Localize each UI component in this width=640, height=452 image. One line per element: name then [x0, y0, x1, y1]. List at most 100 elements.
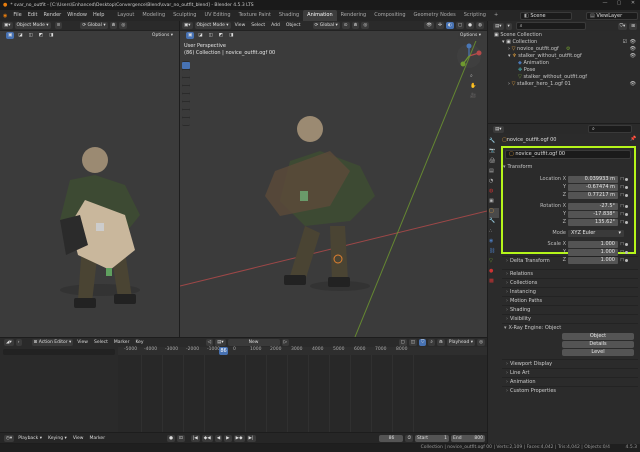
jump-end-icon[interactable]: ▶|	[246, 434, 256, 442]
rotation-z-field[interactable]: 135.62°	[568, 218, 618, 226]
location-y-field[interactable]: -0.67474 m	[568, 183, 618, 191]
start-frame-field[interactable]: Start 1	[415, 434, 449, 442]
select-menu[interactable]: Select	[92, 339, 110, 346]
data-tab-icon[interactable]: ▽	[489, 258, 499, 268]
keyframe-dot-icon[interactable]	[625, 185, 628, 189]
outliner-item[interactable]: ▽ stalker_without_outfit.ogf	[494, 74, 640, 81]
select-subtract-icon[interactable]: ◫	[206, 32, 215, 39]
play-icon[interactable]: ▶	[224, 434, 232, 442]
rotation-mode-dropdown[interactable]: XYZ Euler ▾	[568, 229, 624, 237]
lock-icon[interactable]: ⊓	[620, 183, 624, 191]
keyframe-dot-icon[interactable]	[625, 212, 628, 216]
next-key-icon[interactable]: ▶◆	[233, 434, 245, 442]
lock-icon[interactable]: ⊓	[620, 210, 624, 218]
section-instancing[interactable]: Instancing	[502, 287, 638, 297]
lock-icon[interactable]: ⊓	[620, 202, 624, 210]
overlay-icon[interactable]: ◐	[445, 22, 454, 29]
marker-menu[interactable]: Marker	[112, 339, 132, 346]
tab-scripting[interactable]: Scripting	[460, 10, 490, 21]
output-tab-icon[interactable]: 🖨	[489, 158, 499, 168]
keyframe-dot-icon[interactable]	[625, 250, 628, 254]
xray-panel-header[interactable]: ▾ X-Ray Engine: Object	[502, 323, 638, 332]
view-layer-selector[interactable]: ▤ ViewLayer	[586, 11, 638, 20]
scene-selector[interactable]: ◧ Scene	[520, 11, 572, 20]
section-motion-paths[interactable]: Motion Paths	[502, 296, 638, 306]
section-viewport-display[interactable]: Viewport Display	[502, 359, 638, 369]
section-collections[interactable]: Collections	[502, 278, 638, 288]
xray-details-button[interactable]: Details	[562, 341, 634, 348]
mode-dropdown[interactable]: Object Mode ▾	[14, 22, 51, 29]
eye-icon[interactable]: 👁	[630, 53, 636, 60]
section-animation[interactable]: Animation	[502, 377, 638, 387]
properties-search-input[interactable]: ⌕	[588, 125, 632, 133]
lock-icon[interactable]: ⊓	[620, 191, 624, 199]
constraints-tab-icon[interactable]: ⛓	[489, 248, 499, 258]
outliner-item[interactable]: ◆ Animation	[494, 60, 640, 67]
texture-tab-icon[interactable]: ▩	[489, 278, 499, 288]
display-mode-dropdown[interactable]: ▾	[505, 22, 512, 30]
lock-icon[interactable]: ⊓	[620, 175, 624, 183]
editor-type-button[interactable]: ▣▾	[182, 22, 193, 29]
tab-animation[interactable]: Animation	[303, 10, 337, 21]
filter-icon[interactable]: ⛉	[419, 339, 427, 346]
add-menu[interactable]: Add	[269, 22, 282, 29]
object-menu[interactable]: Object	[284, 22, 303, 29]
snapping-icon[interactable]: ⋒	[436, 339, 445, 346]
physics-tab-icon[interactable]: ◉	[489, 238, 499, 248]
menu-window[interactable]: Window	[64, 10, 90, 21]
minimize-button[interactable]: —	[598, 0, 612, 10]
select-intersect-icon[interactable]: ◨	[47, 32, 56, 39]
menu-help[interactable]: Help	[90, 10, 107, 21]
view-menu[interactable]: View	[233, 22, 248, 29]
keyframe-dot-icon[interactable]	[625, 193, 628, 197]
transform-panel-header[interactable]: ▾ Transform	[503, 162, 634, 171]
shading-solid-icon[interactable]: ●	[466, 22, 475, 29]
eye-icon[interactable]: 👁	[630, 81, 636, 88]
prev-action-icon[interactable]: ◁	[205, 339, 214, 346]
add-workspace-button[interactable]: +	[490, 10, 502, 21]
editor-type-button[interactable]: ▣▾	[2, 22, 13, 29]
editor-type-button[interactable]: ▤▾	[493, 22, 504, 30]
scale-x-field[interactable]: 1.000	[568, 240, 618, 248]
select-box-icon[interactable]: ▣	[6, 32, 15, 39]
keyframe-dot-icon[interactable]	[625, 242, 628, 246]
outliner-item[interactable]: ▾ ♆ stalker_without_outfit.ogf 👁	[494, 53, 640, 60]
transform-orientation[interactable]: ⟳ Global ▾	[80, 22, 108, 29]
collection-tab-icon[interactable]: ▣	[489, 198, 499, 208]
camera-viewport[interactable]: ▣▾ Object Mode ▾ ≡ ⟳ Global ▾ ⋒ ◎ ▣ ◪ ◫ …	[0, 21, 179, 337]
material-tab-icon[interactable]: ●	[489, 268, 499, 278]
tab-sculpting[interactable]: Sculpting	[169, 10, 200, 21]
menu-edit[interactable]: Edit	[25, 10, 41, 21]
section-relations[interactable]: Relations	[502, 269, 638, 279]
render-tab-icon[interactable]: 📷	[489, 148, 499, 158]
select-menu[interactable]: Select	[249, 22, 267, 29]
new-collection-icon[interactable]: ⊞	[629, 22, 637, 30]
section-delta-transform[interactable]: Delta Transform	[502, 256, 638, 266]
filter-icon[interactable]: ⛉▾	[617, 22, 628, 30]
rotation-y-field[interactable]: -17.838°	[568, 210, 618, 218]
outliner-item[interactable]: › ▽ novice_outfit.ogf ⚙ 👁	[494, 46, 640, 53]
only-selected-icon[interactable]: ▢	[398, 339, 407, 346]
proportional-icon[interactable]: ◎	[477, 339, 485, 346]
select-extend-icon[interactable]: ◪	[196, 32, 205, 39]
object-name-field[interactable]: ▢ novice_outfit.ogf 00	[505, 150, 631, 159]
blender-menu-icon[interactable]: ◉	[0, 13, 10, 19]
object-tab-icon[interactable]: ▢	[489, 208, 499, 218]
next-action-icon[interactable]: ▷	[281, 339, 290, 346]
outliner-scene-collection[interactable]: ▣ Scene Collection	[494, 32, 640, 39]
snap-icon[interactable]: ⋒	[351, 22, 360, 29]
keyframe-dot-icon[interactable]	[625, 177, 628, 181]
scene-tab-icon[interactable]: ◔	[489, 178, 499, 188]
gizmo-icon[interactable]: ✣	[436, 22, 444, 29]
tool-tab-icon[interactable]: 🔧	[489, 138, 499, 148]
section-shading[interactable]: Shading	[502, 305, 638, 315]
marker-menu[interactable]: Marker	[88, 435, 108, 442]
options-dropdown[interactable]: Options ▾	[149, 32, 175, 39]
playhead-dropdown[interactable]: Playhead ▾	[446, 339, 476, 346]
pin-icon[interactable]: 📌	[630, 136, 636, 142]
outliner-item[interactable]: ▾ ▣ Collection ☑ 👁	[494, 39, 640, 46]
editor-type-button[interactable]: ◢▾	[4, 339, 14, 346]
tab-texture-paint[interactable]: Texture Paint	[235, 10, 275, 21]
rotation-x-field[interactable]: -27.5°	[568, 202, 618, 210]
mode-dropdown[interactable]: ⊞ Action Editor ▾	[31, 339, 74, 346]
